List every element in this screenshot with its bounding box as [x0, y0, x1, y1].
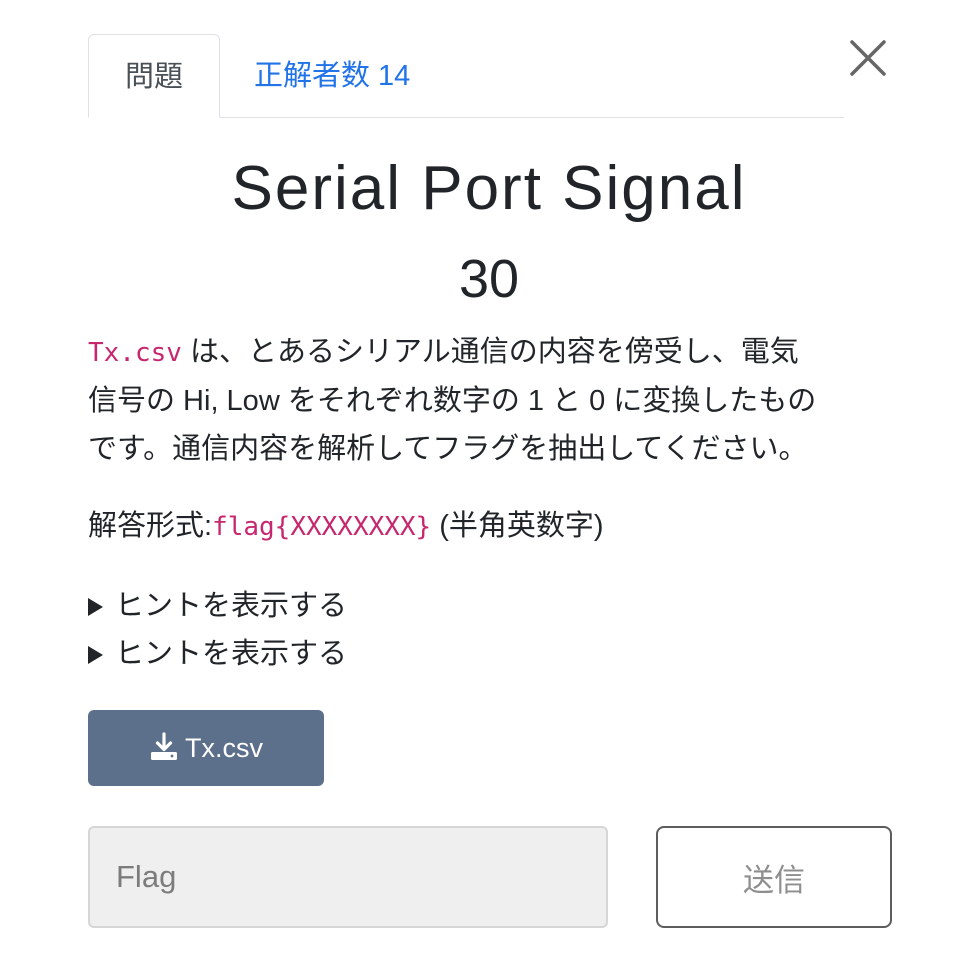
- description-line-2: 信号の Hi, Low をそれぞれ数字の 1 と 0 に変換したもの: [88, 385, 817, 417]
- download-icon: [151, 732, 177, 760]
- answer-format: 解答形式:flag{XXXXXXXX} (半角英数字): [88, 504, 888, 549]
- close-icon: [850, 40, 886, 76]
- format-code: flag{XXXXXXXX}: [212, 512, 432, 542]
- challenge-tabs: 問題 正解者数 14: [88, 34, 844, 118]
- tab-problem[interactable]: 問題: [88, 34, 220, 118]
- tab-solvers[interactable]: 正解者数 14: [254, 34, 410, 118]
- challenge-description: Tx.csv は、とあるシリアル通信の内容を傍受し、電気 信号の Hi, Low…: [88, 328, 888, 473]
- flag-input[interactable]: [88, 826, 608, 928]
- hint-toggle-1[interactable]: ヒントを表示する: [88, 584, 488, 628]
- close-button[interactable]: [846, 36, 890, 80]
- format-label: 解答形式:: [88, 510, 213, 542]
- hint-label: ヒントを表示する: [115, 590, 348, 622]
- description-line-3: です。通信内容を解析してフラグを抽出してください。: [88, 433, 808, 465]
- description-text-1: は、とあるシリアル通信の内容を傍受し、電気: [189, 336, 799, 368]
- disclosure-triangle-icon: [88, 646, 103, 664]
- challenge-title: Serial Port Signal: [231, 154, 747, 223]
- hint-label: ヒントを表示する: [115, 638, 348, 670]
- format-suffix: (半角英数字): [431, 510, 604, 542]
- download-button[interactable]: Tx.csv: [88, 710, 324, 786]
- challenge-points: 30: [458, 249, 520, 309]
- description-line-1: Tx.csv は、とあるシリアル通信の内容を傍受し、電気: [88, 328, 888, 377]
- hint-toggle-2[interactable]: ヒントを表示する: [88, 632, 488, 676]
- file-name-code: Tx.csv: [88, 338, 182, 368]
- submit-button[interactable]: 送信: [656, 826, 892, 928]
- disclosure-triangle-icon: [88, 598, 103, 616]
- download-label: Tx.csv: [185, 733, 263, 763]
